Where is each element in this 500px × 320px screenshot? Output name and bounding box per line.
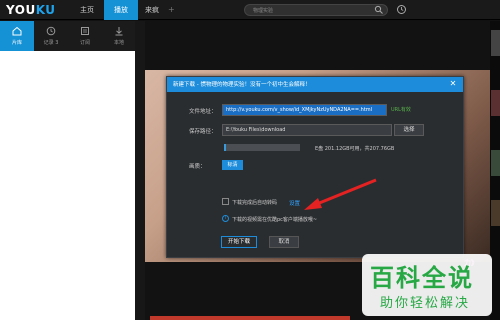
playlist-thumbnail[interactable]: [491, 200, 500, 226]
download-icon: [115, 27, 123, 36]
logo-text-a: YOU: [6, 3, 36, 17]
disk-usage-bar: [224, 144, 300, 151]
tab-laifeng[interactable]: 来疯: [138, 0, 166, 20]
playlist-thumbnail[interactable]: [491, 30, 500, 56]
tab-play[interactable]: 播放: [104, 0, 138, 20]
url-status: URL有效: [391, 107, 411, 113]
quality-label: 画质：: [189, 164, 206, 170]
sidebar-item-label: 记录 3: [43, 40, 59, 46]
playlist-thumbnail[interactable]: [491, 90, 500, 116]
auto-transcode-checkbox[interactable]: [222, 198, 229, 205]
search-icon[interactable]: [374, 5, 384, 15]
sidebar-divider: [135, 21, 145, 320]
new-download-dialog: 新建下载 - 惯物理的物理实验！没有一个初中生会解释！ ✕ 文件地址： http…: [166, 76, 464, 258]
auto-transcode-label: 下载完成后自动转码: [232, 200, 278, 206]
choose-path-button[interactable]: 选择: [394, 124, 424, 136]
start-download-button[interactable]: 开始下载: [221, 236, 257, 248]
sidebar-item-subscribe[interactable]: 订阅: [68, 21, 102, 51]
search-box: [244, 4, 388, 16]
playback-progress-bar[interactable]: [150, 316, 350, 320]
settings-link[interactable]: 设置: [289, 199, 300, 207]
logo-text-b: KU: [35, 3, 56, 17]
dialog-title: 新建下载 - 惯物理的物理实验！没有一个初中生会解释！: [173, 82, 311, 88]
cancel-button[interactable]: 取消: [269, 236, 299, 248]
tab-home[interactable]: 主页: [70, 0, 104, 20]
sidebar-item-local[interactable]: 本地: [102, 21, 136, 51]
history-clock-icon[interactable]: [396, 4, 407, 15]
sidebar-item-library[interactable]: 片库: [0, 21, 34, 51]
subscribe-icon: [81, 27, 89, 35]
disk-usage-fill: [224, 144, 227, 151]
watermark-logo: 百科全说 助你轻松解决: [362, 254, 492, 316]
red-arrow-icon: [304, 178, 377, 210]
info-text: 下载的视频需在优酷pc客户端播放哦~: [232, 217, 318, 223]
playlist-thumbnail[interactable]: [491, 150, 500, 176]
sidebar-item-label: 片库: [11, 40, 22, 46]
disk-info: E盘 201.12GB可用，共207.76GB: [315, 146, 395, 152]
sidebar-nav: 片库 记录 3 订阅 本地: [0, 21, 135, 51]
home-icon: [12, 26, 22, 36]
info-icon: i: [222, 215, 229, 222]
watermark-title: 百科全说: [370, 264, 474, 292]
close-icon[interactable]: ✕: [448, 79, 458, 89]
sidebar-item-label: 订阅: [79, 40, 90, 46]
add-tab-button[interactable]: +: [168, 0, 175, 20]
dialog-header: 新建下载 - 惯物理的物理实验！没有一个初中生会解释！ ✕: [167, 77, 463, 92]
search-input[interactable]: [253, 6, 373, 15]
top-bar: YOUKU 主页 播放 来疯 +: [0, 0, 500, 20]
sidebar: 片库 记录 3 订阅 本地: [0, 21, 135, 320]
watermark-subtitle: 助你轻松解决: [380, 296, 471, 311]
clock-icon: [46, 26, 56, 36]
url-label: 文件地址：: [189, 109, 217, 115]
sidebar-item-label: 本地: [113, 40, 124, 46]
save-path-input[interactable]: E:\Youku Files\download: [222, 124, 392, 136]
quality-option-sd[interactable]: 标清: [222, 160, 243, 170]
youku-logo[interactable]: YOUKU: [6, 3, 56, 17]
save-path-label: 保存路径：: [189, 129, 217, 135]
url-input[interactable]: http://v.youku.com/v_show/id_XMjkyNzUyND…: [222, 104, 387, 116]
sidebar-item-history[interactable]: 记录 3: [34, 21, 68, 51]
